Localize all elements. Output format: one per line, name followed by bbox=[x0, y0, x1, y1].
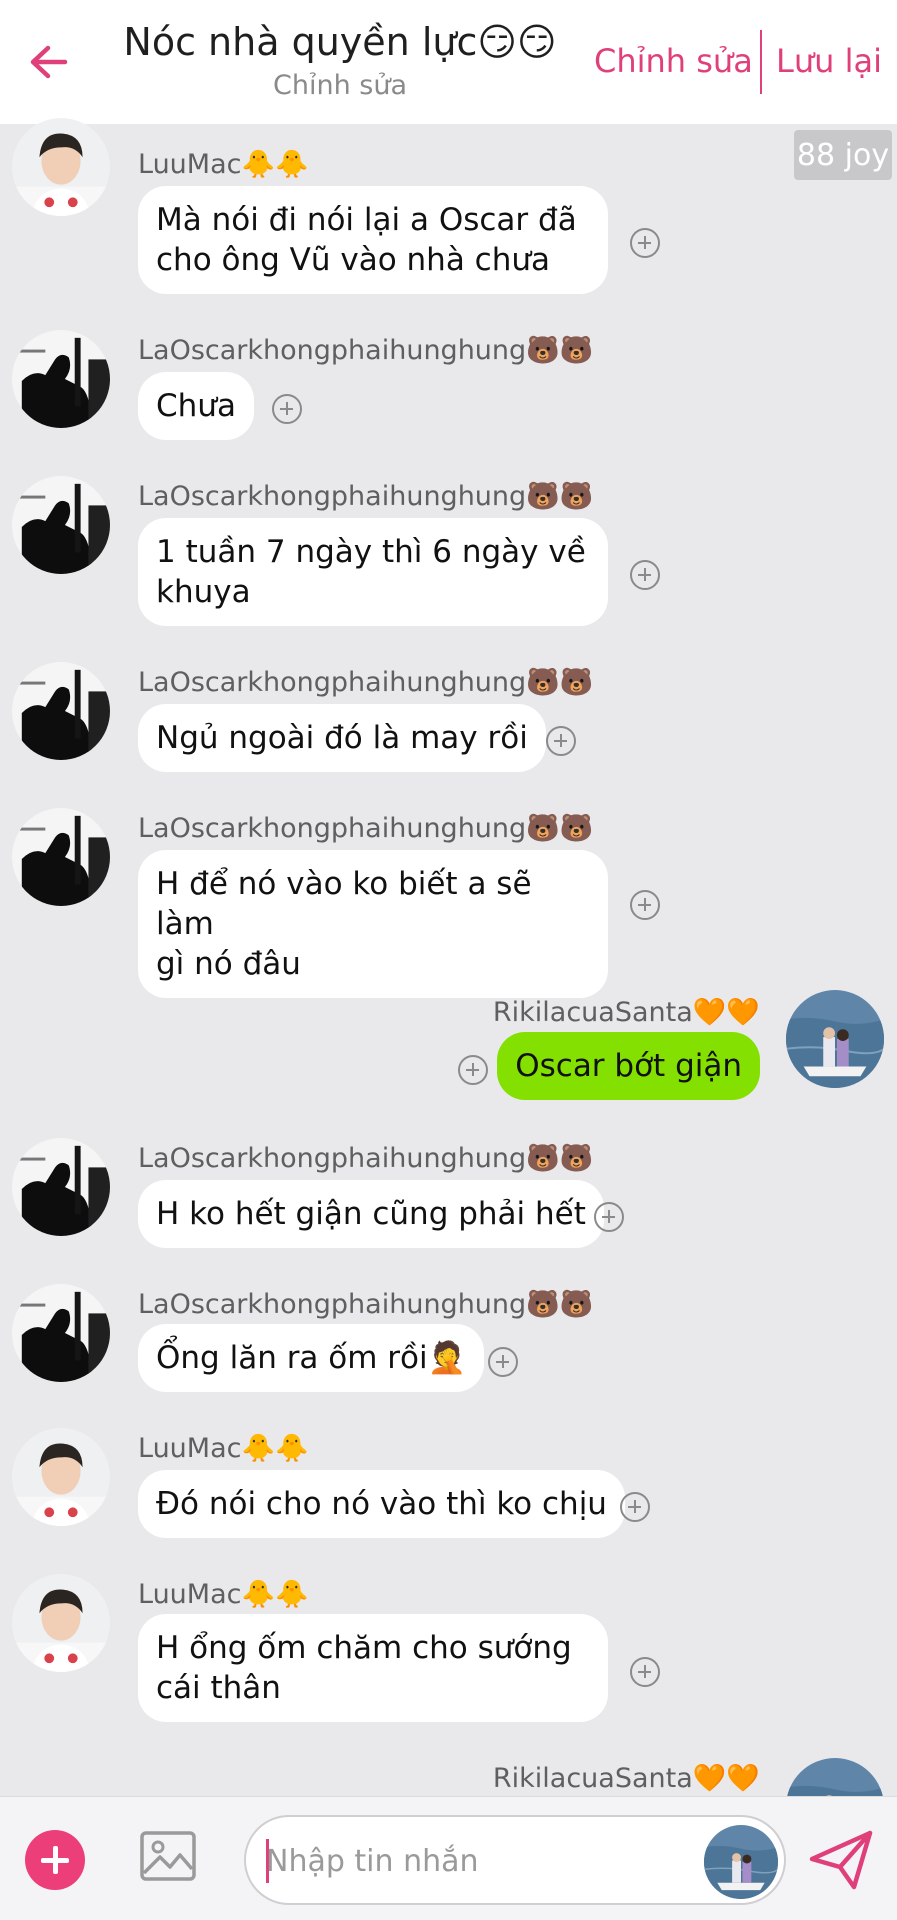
sender-name: LaOscarkhongphaihunghung🐻🐻 bbox=[138, 481, 594, 512]
sender-name: LaOscarkhongphaihunghung🐻🐻 bbox=[138, 1143, 594, 1174]
add-reaction-icon[interactable] bbox=[458, 1055, 488, 1085]
joy-badge: 88 joy bbox=[794, 130, 892, 180]
add-reaction-icon[interactable] bbox=[620, 1492, 650, 1522]
group-title: Nóc nhà quyền lực😏😏 bbox=[123, 20, 557, 64]
message-bubble[interactable]: Ổng lăn ra ốm rồi🤦 bbox=[138, 1324, 485, 1392]
sender-avatar[interactable] bbox=[12, 1574, 110, 1672]
sender-avatar[interactable] bbox=[12, 118, 110, 216]
sender-name: LaOscarkhongphaihunghung🐻🐻 bbox=[138, 1289, 594, 1320]
title-block: Nóc nhà quyền lực😏😏 Chỉnh sửa bbox=[110, 20, 570, 101]
header-divider bbox=[760, 30, 762, 94]
sender-name: LaOscarkhongphaihunghung🐻🐻 bbox=[138, 667, 594, 698]
message-input[interactable] bbox=[266, 1835, 666, 1887]
send-icon[interactable] bbox=[806, 1827, 876, 1893]
add-reaction-icon[interactable] bbox=[546, 726, 576, 756]
sender-name: LuuMac🐥🐥 bbox=[138, 1579, 309, 1610]
sender-avatar[interactable] bbox=[12, 662, 110, 760]
message-text: Oscar bớt giận bbox=[515, 1048, 742, 1084]
save-button[interactable]: Lưu lại bbox=[776, 42, 882, 80]
message-text: Chưa bbox=[156, 388, 236, 424]
message-input-box[interactable] bbox=[244, 1815, 786, 1905]
sender-avatar[interactable] bbox=[12, 476, 110, 574]
message-text: H ổng ốm chăm cho sướng cái thân bbox=[156, 1630, 572, 1706]
message-text: Mà nói đi nói lại a Oscar đã cho ông Vũ … bbox=[156, 202, 577, 278]
message-text: H để nó vào ko biết a sẽ làm gì nó đâu bbox=[156, 866, 532, 982]
message-bubble[interactable]: Ngủ ngoài đó là may rồi bbox=[138, 704, 546, 772]
sender-avatar[interactable] bbox=[12, 808, 110, 906]
back-arrow-icon bbox=[30, 45, 68, 79]
chat-header: Nóc nhà quyền lực😏😏 Chỉnh sửa Chỉnh sửa … bbox=[0, 0, 897, 124]
message-bubble[interactable]: Chưa bbox=[138, 372, 254, 440]
group-subtitle: Chỉnh sửa bbox=[273, 70, 407, 101]
plus-icon[interactable] bbox=[25, 1830, 85, 1890]
sender-name: LaOscarkhongphaihunghung🐻🐻 bbox=[138, 335, 594, 366]
sender-name: LuuMac🐥🐥 bbox=[138, 1433, 309, 1464]
sender-avatar[interactable] bbox=[786, 990, 884, 1088]
sender-name: RikilacuaSanta🧡🧡 bbox=[492, 1763, 760, 1794]
message-text: 1 tuần 7 ngày thì 6 ngày về khuya bbox=[156, 534, 586, 610]
add-reaction-icon[interactable] bbox=[630, 890, 660, 920]
sender-avatar[interactable] bbox=[12, 1428, 110, 1526]
message-bubble[interactable]: Oscar bớt giận bbox=[497, 1032, 760, 1100]
image-icon[interactable] bbox=[138, 1827, 198, 1887]
back-button[interactable] bbox=[24, 34, 74, 90]
add-reaction-icon[interactable] bbox=[272, 394, 302, 424]
sender-avatar[interactable] bbox=[12, 330, 110, 428]
add-reaction-icon[interactable] bbox=[488, 1347, 518, 1377]
sender-avatar[interactable] bbox=[12, 1284, 110, 1382]
message-bubble[interactable]: H để nó vào ko biết a sẽ làm gì nó đâu bbox=[138, 850, 608, 998]
sender-name: RikilacuaSanta🧡🧡 bbox=[492, 997, 760, 1028]
sender-avatar[interactable] bbox=[12, 1138, 110, 1236]
message-text: Ổng lăn ra ốm rồi🤦 bbox=[156, 1340, 467, 1376]
add-reaction-icon[interactable] bbox=[630, 1657, 660, 1687]
message-bubble[interactable]: Đó nói cho nó vào thì ko chịu bbox=[138, 1470, 625, 1538]
sender-name: LaOscarkhongphaihunghung🐻🐻 bbox=[138, 813, 594, 844]
message-bubble[interactable]: H ko hết giận cũng phải hết bbox=[138, 1180, 604, 1248]
message-bubble[interactable]: H ổng ốm chăm cho sướng cái thân bbox=[138, 1614, 608, 1722]
add-reaction-icon[interactable] bbox=[630, 228, 660, 258]
message-bubble[interactable]: 1 tuần 7 ngày thì 6 ngày về khuya bbox=[138, 518, 608, 626]
message-bubble[interactable]: Mà nói đi nói lại a Oscar đã cho ông Vũ … bbox=[138, 186, 608, 294]
add-reaction-icon[interactable] bbox=[630, 560, 660, 590]
sender-name: LuuMac🐥🐥 bbox=[138, 149, 309, 180]
sticker-avatar[interactable] bbox=[704, 1825, 778, 1899]
message-text: Ngủ ngoài đó là may rồi bbox=[156, 720, 528, 756]
edit-button[interactable]: Chỉnh sửa bbox=[594, 42, 753, 80]
composer-bar bbox=[0, 1796, 897, 1920]
message-text: H ko hết giận cũng phải hết bbox=[156, 1196, 586, 1232]
message-text: Đó nói cho nó vào thì ko chịu bbox=[156, 1486, 607, 1522]
add-reaction-icon[interactable] bbox=[594, 1202, 624, 1232]
